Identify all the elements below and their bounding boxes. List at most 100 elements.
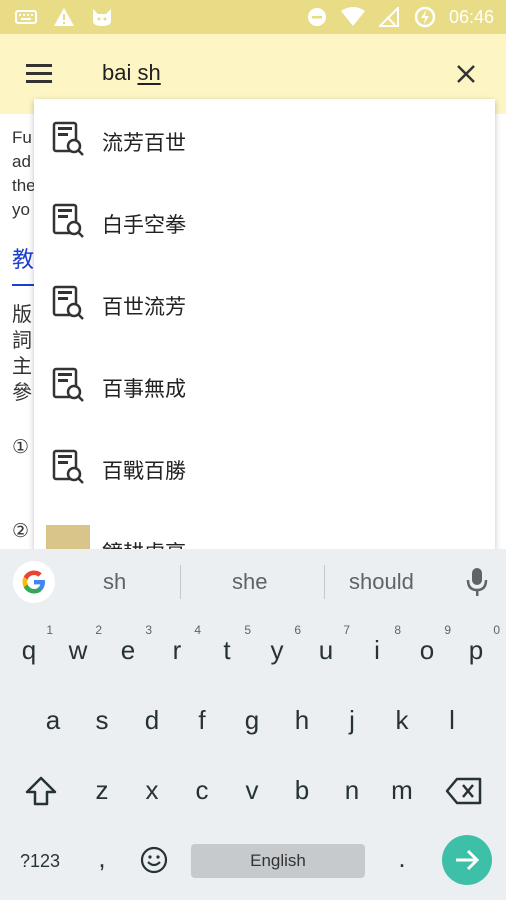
- key[interactable]: q1: [7, 623, 53, 666]
- key[interactable]: n: [330, 775, 374, 806]
- key-hint: 3: [145, 623, 152, 637]
- page-cjk-line: 主: [12, 356, 32, 378]
- search-query-text: bai: [102, 60, 138, 85]
- key-hint: 8: [394, 623, 401, 637]
- signal-icon: [377, 5, 401, 29]
- page-number-marker: ①: [12, 437, 30, 458]
- search-input[interactable]: bai sh: [102, 60, 161, 86]
- key[interactable]: h: [280, 705, 324, 736]
- keyboard-suggestion[interactable]: should: [349, 569, 414, 595]
- key[interactable]: m: [380, 775, 424, 806]
- page-text-line: Fu: [12, 128, 32, 147]
- dictionary-search-icon: [52, 121, 84, 156]
- key[interactable]: c: [180, 775, 224, 806]
- suggestion-label: 百戰百勝: [102, 460, 186, 483]
- search-query-composing: sh: [137, 60, 161, 85]
- key[interactable]: i8: [355, 623, 401, 666]
- backspace-key[interactable]: [442, 777, 486, 812]
- page-link[interactable]: 教: [12, 242, 34, 274]
- soft-keyboard: q1 w2 e3 r4 t5 y6 u7 i8 o9 p0 a s d f g …: [0, 615, 506, 900]
- suggestion-label: 白手空拳: [102, 214, 186, 237]
- key[interactable]: o9: [405, 623, 451, 666]
- emoji-key[interactable]: [132, 845, 176, 882]
- suggestion-item[interactable]: 百世流芳: [34, 263, 495, 345]
- space-key[interactable]: English: [191, 844, 365, 878]
- google-icon[interactable]: [13, 561, 55, 603]
- key[interactable]: b: [280, 775, 324, 806]
- hamburger-icon: [26, 64, 52, 67]
- key-label: i: [374, 635, 380, 665]
- arrow-right-icon: [456, 849, 480, 871]
- suggestion-item[interactable]: 白手空拳: [34, 181, 495, 263]
- enter-key[interactable]: [442, 835, 492, 885]
- key[interactable]: r4: [155, 623, 201, 666]
- key[interactable]: p0: [454, 623, 500, 666]
- key[interactable]: z: [80, 775, 124, 806]
- key[interactable]: g: [230, 705, 274, 736]
- suggestion-item[interactable]: 鏡耕虛亭: [34, 509, 495, 549]
- key[interactable]: e3: [106, 623, 152, 666]
- suggestion-item[interactable]: 百戰百勝: [34, 427, 495, 509]
- keyboard-suggestion[interactable]: she: [232, 569, 267, 595]
- key-label: q: [21, 635, 37, 665]
- key[interactable]: y6: [255, 623, 302, 666]
- dictionary-search-icon: [52, 449, 84, 484]
- keyboard-suggestion[interactable]: sh: [103, 569, 126, 595]
- suggestion-item[interactable]: 流芳百世: [34, 99, 495, 181]
- shift-icon: [25, 776, 57, 806]
- suggestion-item[interactable]: 百事無成: [34, 345, 495, 427]
- page-text-line: yo: [12, 200, 30, 219]
- key-label: o: [419, 635, 435, 665]
- key-hint: 0: [493, 623, 500, 637]
- page-text-line: ad: [12, 152, 31, 171]
- key[interactable]: t5: [205, 623, 251, 666]
- key[interactable]: k: [380, 705, 424, 736]
- suggestion-label: 百事無成: [102, 378, 186, 401]
- key-label: r: [172, 635, 182, 665]
- page-text-line: the: [12, 176, 36, 195]
- key-label: y: [270, 635, 284, 665]
- key[interactable]: j: [330, 705, 374, 736]
- key-label: e: [120, 635, 136, 665]
- keyboard-icon: [14, 5, 38, 29]
- key[interactable]: u7: [304, 623, 350, 666]
- key[interactable]: v: [230, 775, 274, 806]
- strip-divider: [324, 565, 325, 599]
- shift-key[interactable]: [19, 775, 63, 814]
- key[interactable]: s: [80, 705, 124, 736]
- clear-search-button[interactable]: [448, 56, 484, 92]
- mic-icon[interactable]: [466, 567, 488, 597]
- key-label: t: [223, 635, 231, 665]
- battery-saver-icon: [413, 5, 437, 29]
- status-bar: 06:46: [0, 0, 506, 34]
- key-hint: 6: [294, 623, 301, 637]
- close-icon: [457, 65, 475, 83]
- key-hint: 9: [444, 623, 451, 637]
- strip-divider: [180, 565, 181, 599]
- key[interactable]: d: [130, 705, 174, 736]
- symbols-key[interactable]: ?123: [14, 851, 66, 872]
- key-label: u: [318, 635, 334, 665]
- search-suggestions-list: 流芳百世 白手空拳 百世流芳 百事無成 百戰百勝 鏡耕虛亭: [34, 99, 495, 549]
- emoji-icon: [140, 846, 168, 874]
- suggestion-label: 流芳百世: [102, 132, 186, 155]
- key-label: w: [68, 635, 88, 665]
- key-hint: 7: [343, 623, 350, 637]
- key[interactable]: w2: [56, 623, 102, 666]
- key[interactable]: l: [430, 705, 474, 736]
- link-underline: [12, 284, 36, 286]
- page-cjk-line: 版: [12, 304, 32, 326]
- suggestion-label: 鏡耕虛亭: [102, 537, 186, 549]
- menu-button[interactable]: [22, 58, 58, 90]
- clock: 06:46: [448, 6, 494, 27]
- comma-key[interactable]: ,: [80, 843, 124, 874]
- key[interactable]: a: [31, 705, 75, 736]
- key[interactable]: f: [180, 705, 224, 736]
- page-cjk-line: 詞: [12, 330, 32, 352]
- cat-icon: [90, 5, 114, 29]
- period-key[interactable]: .: [380, 843, 424, 874]
- suggestion-label: 百世流芳: [102, 296, 186, 319]
- key-hint: 4: [194, 623, 201, 637]
- page-number-marker: ②: [12, 521, 30, 542]
- key[interactable]: x: [130, 775, 174, 806]
